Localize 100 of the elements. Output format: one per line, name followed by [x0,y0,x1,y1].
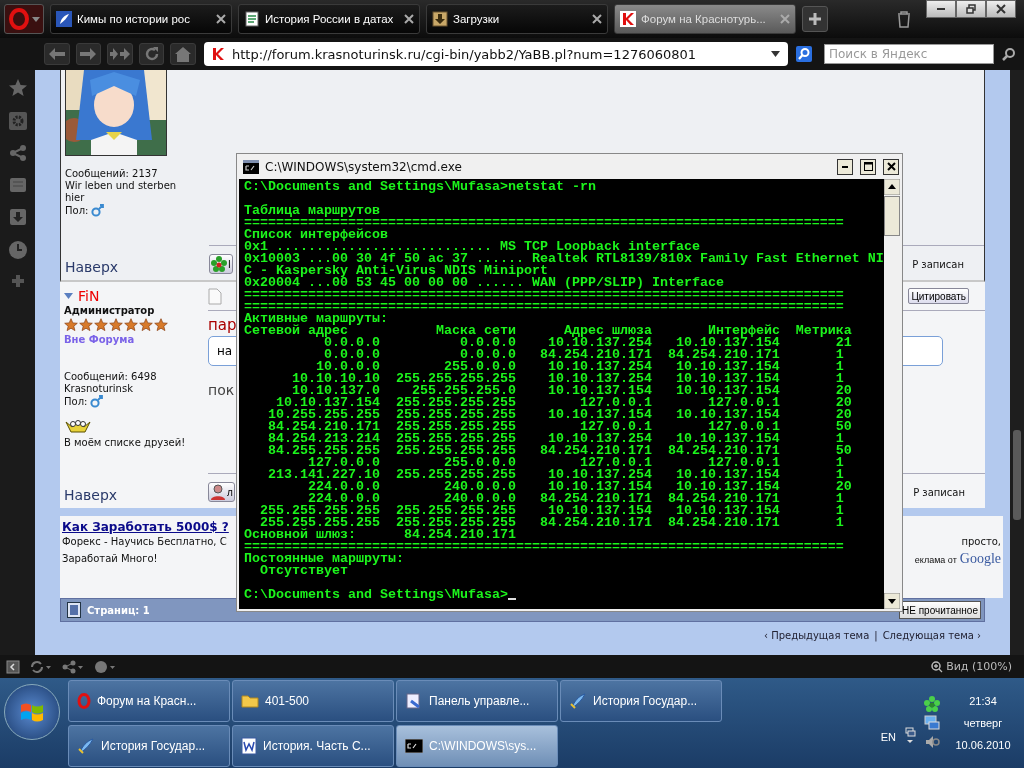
route-cell-text: 84.254.210.171 [538,517,652,529]
scrollbar[interactable] [1010,70,1024,655]
browser-tab[interactable]: История России в датах [238,4,420,34]
route-cell-text: 127.0.0.1 [579,457,652,469]
start-button[interactable] [4,684,60,740]
clock-icon[interactable] [7,240,28,260]
language-indicator[interactable]: EN [880,731,896,743]
star-icon[interactable] [7,78,28,98]
search-field[interactable]: Поиск в Яндекс [824,44,994,64]
console-line: =========================================================================== [244,541,844,553]
online-status: Вне Форума [64,333,135,346]
route-cell-text: 10.10.137.154 [675,481,780,493]
console-line: =========================================================================== [244,217,844,229]
fast-forward-button[interactable] [107,43,133,65]
back-to-top-link[interactable]: Наверх [64,487,118,504]
browser-tab[interactable]: Форум на Краснотурь... [614,4,796,34]
quote-button[interactable]: Цитировать [908,288,969,304]
taskbar-button[interactable]: Панель управле... [396,679,558,722]
forward-button[interactable] [75,43,102,65]
flower-icon[interactable] [924,696,940,712]
sync-icon[interactable] [30,659,52,674]
username[interactable]: FiN [78,288,100,304]
network-icon[interactable] [904,726,916,746]
google-logo[interactable]: Google [959,551,1001,567]
globe-icon[interactable] [94,659,116,674]
unread-button[interactable]: НЕ прочитанное [899,601,981,619]
share-icon[interactable] [8,144,27,162]
previous-topic-link[interactable]: ‹ Предыдущая тема [764,630,870,641]
menu-button[interactable] [4,4,44,34]
download-icon[interactable] [8,208,27,226]
notes-icon[interactable] [8,176,27,194]
taskbar-button[interactable]: История Государ... [68,724,230,767]
minimize-button[interactable] [926,0,956,18]
route-cell-text: 10.10.137.154 [674,373,780,385]
close-icon[interactable] [404,14,414,24]
k-logo-icon [210,46,226,62]
route-cell-text: 10.10.137.0 [292,385,380,397]
route-cell-text: 84.254.210.171 [538,349,652,361]
dropdown-caret-icon[interactable] [771,51,780,57]
next-topic-link[interactable]: Следующая тема › [882,630,981,641]
taskbar-button[interactable]: Форум на Красн... [68,679,230,722]
search-icon[interactable] [1002,47,1016,61]
close-icon [886,162,896,171]
panel-toggle-icon[interactable] [6,659,20,674]
restore-button[interactable] [956,0,986,18]
scrollbar[interactable] [884,179,900,609]
console-icon [243,159,259,174]
route-cell-text: 255.255.255.255 [394,433,516,445]
ad-link[interactable]: Как Заработать 5000$ ? [62,520,229,534]
home-button[interactable] [170,43,196,65]
scroll-down-icon[interactable] [884,593,900,609]
close-button[interactable] [986,0,1016,18]
clock-time[interactable]: 21:34 [969,695,997,707]
browser-tab[interactable]: Кимы по истории рос [50,4,232,34]
console-prompt: C:\Documents and Settings\Mufasa> [244,589,508,601]
ip-note: P записан [912,258,964,270]
folder-icon [241,693,259,708]
person-icon [210,484,226,500]
k-logo-icon [620,11,636,27]
settings-icon[interactable] [8,112,27,130]
route-cell-text: 1 [834,457,844,469]
maximize-button[interactable] [860,158,876,175]
route-cell-text: 10.10.137.254 [547,337,652,349]
taskbar-button[interactable]: История. Часть С... [232,724,394,767]
profile-button[interactable]: I [209,254,233,274]
new-tab-button[interactable] [802,6,828,32]
route-cell-text: 84.255.255.255 [267,445,380,457]
address-field[interactable]: http://forum.krasnoturinsk.ru/cgi-bin/yabb2/YaBB.pl?num=1276060801 [204,42,788,66]
trash-icon[interactable] [896,10,912,28]
text-cursor [507,598,516,600]
taskbar-button[interactable]: 401-500 [232,679,394,722]
clock-date[interactable]: 10.06.2010 [955,739,1011,751]
close-button[interactable] [883,158,899,175]
close-icon[interactable] [592,14,602,24]
scroll-up-icon[interactable] [884,179,900,195]
zoom-button[interactable]: Вид (100%) [925,659,1018,674]
star-icon [64,318,78,332]
home-icon [175,46,192,62]
reload-button[interactable] [138,43,165,65]
clock-day[interactable]: четверг [963,717,1003,729]
ad-credit: еклама от [914,555,957,565]
profile-button[interactable]: л [208,482,235,502]
post-count: Сообщений: 6498 [64,371,157,383]
plus-icon[interactable] [10,274,25,288]
back-button[interactable] [44,43,70,65]
minimize-button[interactable] [837,158,853,175]
route-cell-text: 10.0.0.0 [315,361,380,373]
share-icon[interactable] [62,659,84,674]
caret-icon[interactable] [64,293,73,299]
feather-icon [77,736,95,755]
taskbar-button[interactable]: История Государ... [560,679,722,722]
star-icon [154,318,168,332]
close-icon[interactable] [216,14,226,24]
back-to-top-link[interactable]: Наверх [65,259,119,276]
route-cell-text: 255.255.255.255 [394,445,516,457]
browser-tab[interactable]: Загрузки [426,4,608,34]
speaker-icon[interactable] [924,734,940,750]
monitor-icon[interactable] [924,715,940,731]
route-cell-text: 127.0.0.1 [579,397,652,409]
route-cell-text: 255.255.255.0 [411,385,516,397]
